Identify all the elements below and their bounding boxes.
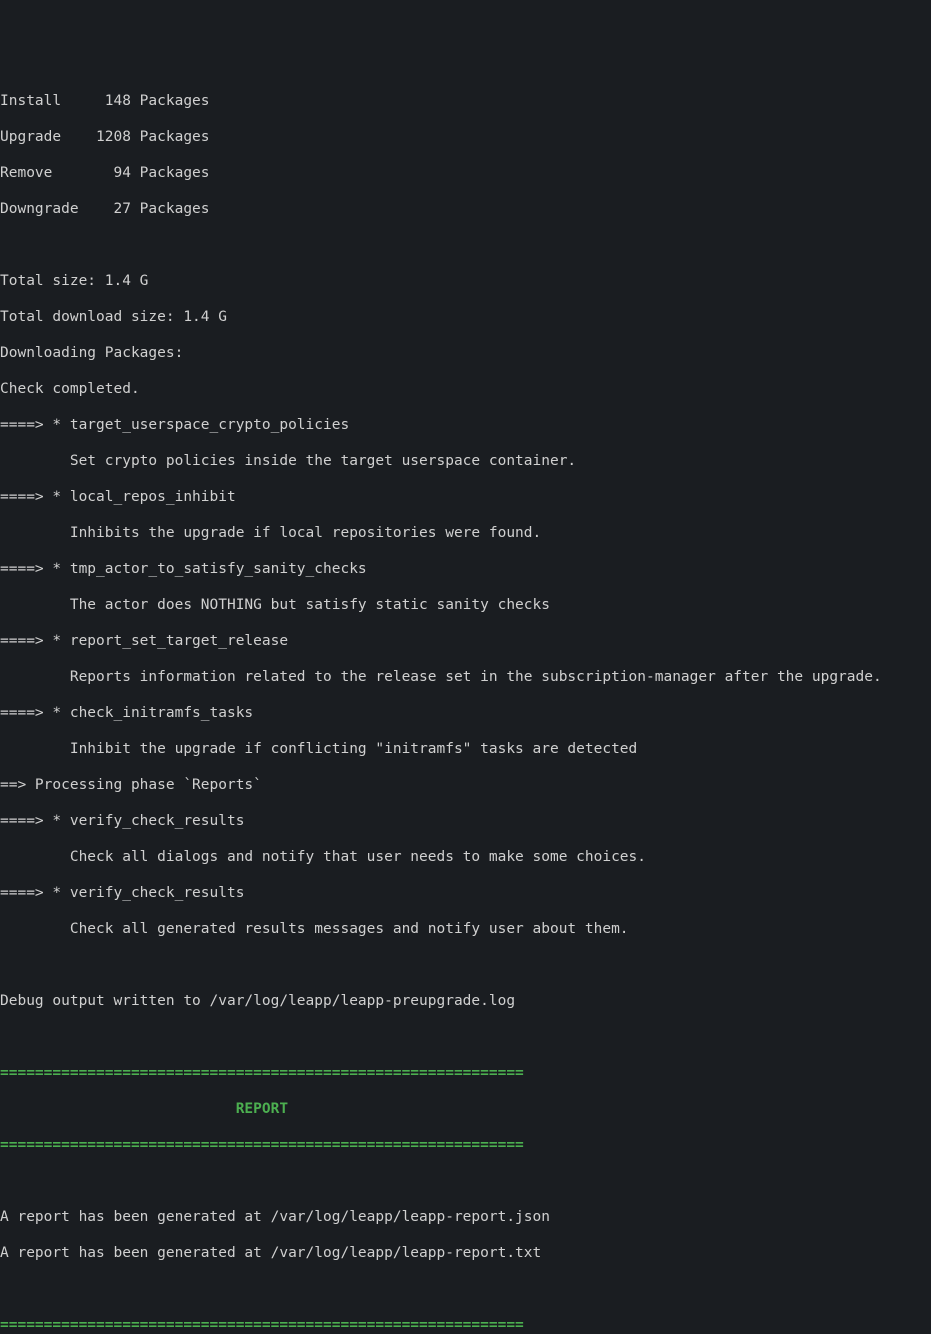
- output-line: Check all dialogs and notify that user n…: [0, 848, 931, 866]
- output-line: Upgrade 1208 Packages: [0, 128, 931, 146]
- output-line: [0, 236, 931, 254]
- output-line: [0, 956, 931, 974]
- report-header: REPORT: [0, 1100, 931, 1118]
- output-line: ====> * verify_check_results: [0, 884, 931, 902]
- output-line: [0, 1028, 931, 1046]
- output-line: Check completed.: [0, 380, 931, 398]
- report-separator: ========================================…: [0, 1064, 931, 1082]
- output-line: Check all generated results messages and…: [0, 920, 931, 938]
- output-line: Remove 94 Packages: [0, 164, 931, 182]
- output-line: Downgrade 27 Packages: [0, 200, 931, 218]
- output-line: ====> * report_set_target_release: [0, 632, 931, 650]
- output-line: Debug output written to /var/log/leapp/l…: [0, 992, 931, 1010]
- report-separator: ========================================…: [0, 1316, 931, 1334]
- output-line: Total download size: 1.4 G: [0, 308, 931, 326]
- output-line: ====> * check_initramfs_tasks: [0, 704, 931, 722]
- output-line: Reports information related to the relea…: [0, 668, 931, 686]
- output-line: ====> * target_userspace_crypto_policies: [0, 416, 931, 434]
- output-line: Downloading Packages:: [0, 344, 931, 362]
- output-line: [0, 1172, 931, 1190]
- output-line: Install 148 Packages: [0, 92, 931, 110]
- output-line: A report has been generated at /var/log/…: [0, 1244, 931, 1262]
- output-line: Inhibit the upgrade if conflicting "init…: [0, 740, 931, 758]
- output-line: ====> * local_repos_inhibit: [0, 488, 931, 506]
- terminal-output: Install 148 Packages Upgrade 1208 Packag…: [0, 74, 931, 1334]
- output-line: ====> * verify_check_results: [0, 812, 931, 830]
- output-line: A report has been generated at /var/log/…: [0, 1208, 931, 1226]
- report-separator: ========================================…: [0, 1136, 931, 1154]
- output-line: [0, 1280, 931, 1298]
- output-line: Inhibits the upgrade if local repositori…: [0, 524, 931, 542]
- output-line: Set crypto policies inside the target us…: [0, 452, 931, 470]
- output-line: ==> Processing phase `Reports`: [0, 776, 931, 794]
- output-line: Total size: 1.4 G: [0, 272, 931, 290]
- output-line: ====> * tmp_actor_to_satisfy_sanity_chec…: [0, 560, 931, 578]
- output-line: The actor does NOTHING but satisfy stati…: [0, 596, 931, 614]
